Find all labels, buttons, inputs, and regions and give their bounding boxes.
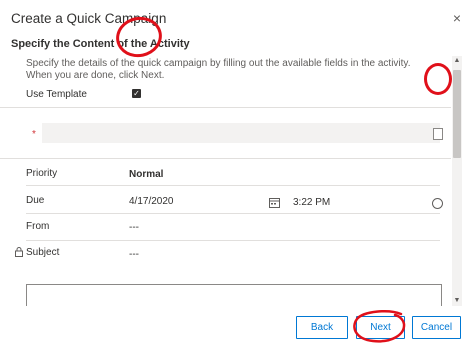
due-time-input[interactable]: 3:22 PM — [293, 197, 330, 208]
priority-label: Priority — [26, 168, 58, 179]
annotation-circle — [353, 310, 406, 343]
calendar-icon[interactable] — [269, 198, 280, 208]
subject-label: Subject — [26, 247, 60, 258]
use-template-checkbox[interactable]: ✓ — [132, 89, 141, 98]
use-template-label: Use Template — [26, 89, 87, 100]
divider — [26, 213, 440, 214]
required-marker: * — [32, 129, 36, 140]
close-icon[interactable]: × — [449, 10, 465, 26]
template-lookup-field[interactable] — [42, 123, 440, 143]
divider — [0, 158, 451, 159]
clock-icon[interactable] — [432, 198, 443, 209]
form-content: Specify the details of the quick campaig… — [0, 56, 451, 306]
scroll-up-icon[interactable]: ▲ — [452, 56, 462, 66]
section-title: Specify the Content of the Activity — [11, 38, 190, 50]
divider — [26, 240, 440, 241]
from-label: From — [26, 221, 50, 232]
cancel-button[interactable]: Cancel — [412, 316, 461, 339]
priority-value[interactable]: Normal — [129, 169, 163, 180]
subject-value[interactable]: --- — [129, 249, 139, 260]
lookup-icon[interactable] — [433, 128, 443, 140]
description-text: Specify the details of the quick campaig… — [26, 58, 411, 81]
annotation-circle — [424, 63, 452, 95]
due-date-input[interactable]: 4/17/2020 — [129, 196, 174, 207]
description-textarea[interactable] — [26, 284, 442, 306]
due-label: Due — [26, 195, 45, 206]
scrollbar-thumb[interactable] — [453, 70, 461, 158]
divider — [0, 107, 451, 108]
divider — [26, 185, 440, 186]
back-button[interactable]: Back — [296, 316, 348, 339]
lock-icon — [15, 247, 23, 257]
scroll-down-icon[interactable]: ▼ — [452, 296, 462, 306]
from-value[interactable]: --- — [129, 222, 139, 233]
